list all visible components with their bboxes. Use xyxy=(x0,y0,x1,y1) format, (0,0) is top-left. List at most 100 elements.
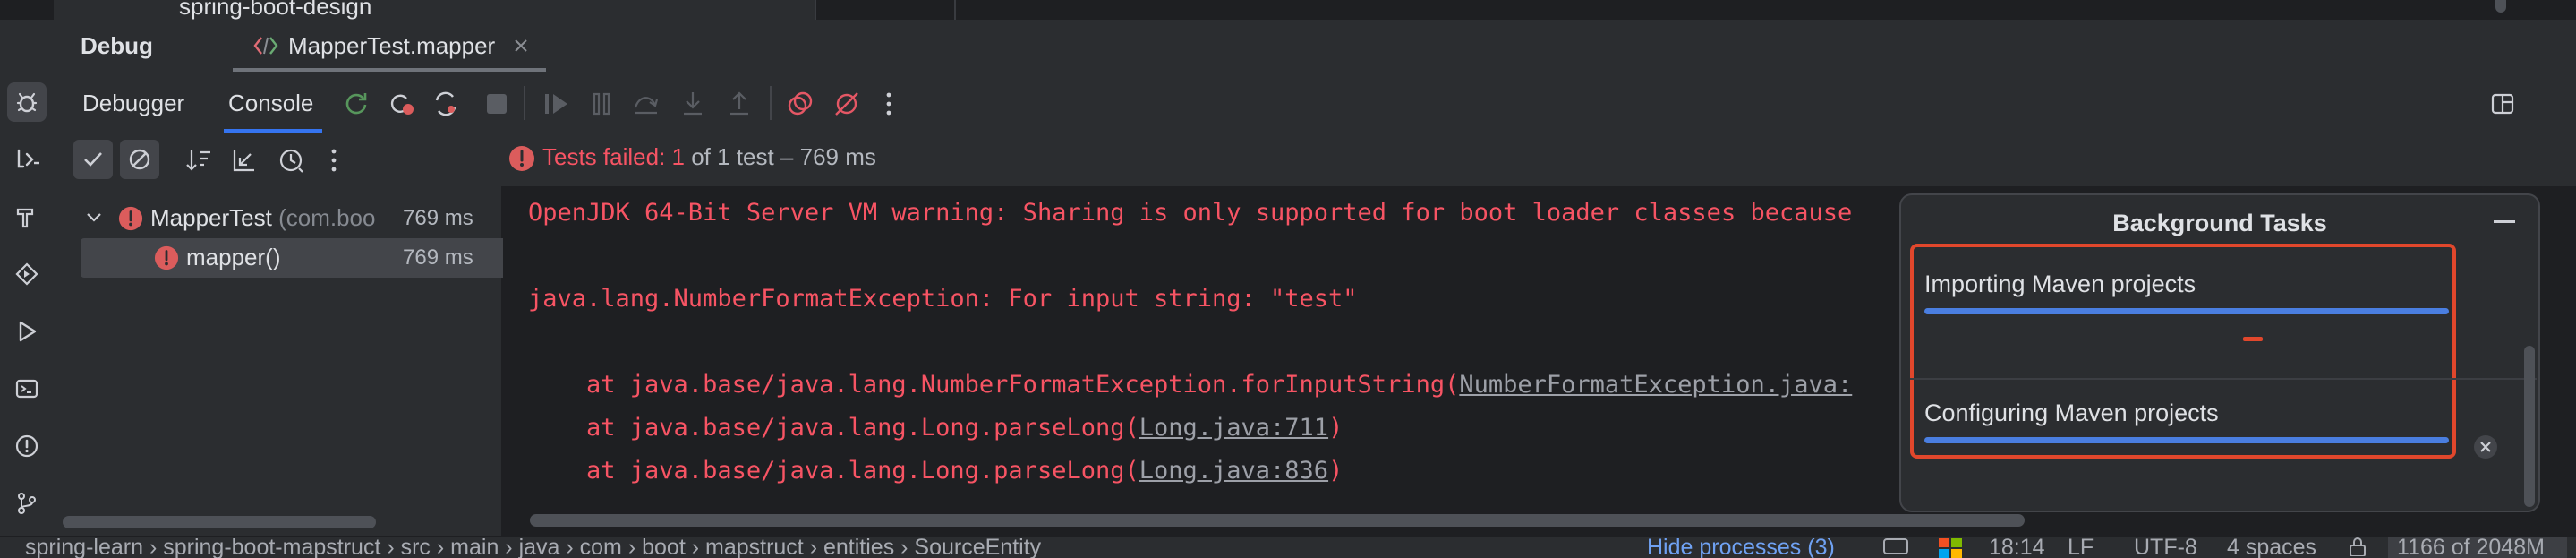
project-tree-node[interactable]: spring-boot-design xyxy=(179,0,371,20)
test-config-icon xyxy=(253,37,278,55)
source-link[interactable]: Long.java:711 xyxy=(1139,414,1328,442)
sort-icon[interactable] xyxy=(184,147,213,174)
popup-scrollbar[interactable] xyxy=(2524,346,2535,507)
chevron-down-icon[interactable] xyxy=(86,211,102,224)
show-ignored-toggle[interactable] xyxy=(120,140,159,179)
tree-scrollbar[interactable] xyxy=(63,516,376,528)
resume-icon[interactable] xyxy=(542,91,571,116)
show-passed-toggle[interactable] xyxy=(73,140,113,179)
memory-indicator[interactable]: 1166 of 2048M xyxy=(2388,537,2567,558)
breakpoints-icon[interactable] xyxy=(786,90,815,118)
stack-trace-line: at java.base/java.lang.Long.parseLong(Lo… xyxy=(528,457,1343,485)
background-tasks-popup: Background Tasks Importing Maven project… xyxy=(1899,193,2540,512)
check-icon xyxy=(84,152,102,167)
tab-console[interactable]: Console xyxy=(228,90,313,117)
test-status: Tests failed: 1 of 1 test – 769 ms xyxy=(542,143,876,171)
file-encoding[interactable]: UTF-8 xyxy=(2134,537,2197,558)
toolbar-separator xyxy=(524,86,525,120)
test-runner-toolbar: Tests failed: 1 of 1 test – 769 ms xyxy=(54,134,2576,186)
progress-bar xyxy=(1924,437,2449,443)
hide-processes-link[interactable]: Hide processes (3) xyxy=(1647,537,1835,558)
endpoints-icon xyxy=(15,262,38,286)
run-icon xyxy=(19,321,37,342)
top-remnant-bar: spring-boot-design xyxy=(0,0,2576,20)
caret-position[interactable]: 18:14 xyxy=(1989,537,2045,558)
tree-node-mappertest[interactable]: MapperTest (com.boo 769 ms xyxy=(54,199,501,238)
test-class-name: MapperTest xyxy=(150,204,272,231)
divider xyxy=(954,0,956,20)
terminal-tool-button[interactable] xyxy=(7,369,47,408)
services-icon xyxy=(17,149,39,168)
git-icon xyxy=(18,493,36,514)
lock-icon[interactable] xyxy=(2347,537,2368,556)
pause-icon[interactable] xyxy=(589,91,614,116)
rerun-icon[interactable] xyxy=(342,90,371,118)
collapse-all-icon[interactable] xyxy=(231,147,258,174)
step-over-icon[interactable] xyxy=(632,90,661,118)
windows-icon[interactable] xyxy=(1939,538,1962,558)
progress-indicator xyxy=(2243,337,2263,341)
ignored-icon xyxy=(129,149,150,170)
indent-setting[interactable]: 4 spaces xyxy=(2227,537,2316,558)
test-method-name: mapper() xyxy=(186,244,281,270)
task-label: Importing Maven projects xyxy=(1924,270,2196,297)
tab-debugger[interactable]: Debugger xyxy=(82,90,184,117)
error-icon xyxy=(118,206,143,231)
tests-failed-label: Tests failed: 1 xyxy=(542,143,685,170)
endpoints-tool-button[interactable] xyxy=(7,254,47,294)
mute-breakpoints-icon[interactable] xyxy=(832,90,861,118)
rerun-failed-icon[interactable] xyxy=(387,90,415,118)
services-tool-button[interactable] xyxy=(7,140,47,179)
debug-header: Debug MapperTest.mapper xyxy=(54,20,2576,72)
test-duration: 769 ms xyxy=(403,206,473,230)
step-into-icon[interactable] xyxy=(678,90,707,118)
git-tool-button[interactable] xyxy=(7,484,47,523)
problems-icon xyxy=(15,434,38,458)
stack-trace-line: at java.base/java.lang.NumberFormatExcep… xyxy=(528,371,1853,399)
toolbar-separator xyxy=(770,86,772,120)
memory-label: 1166 of 2048M xyxy=(2397,536,2545,558)
task-label: Configuring Maven projects xyxy=(1924,399,2219,426)
task-separator xyxy=(1910,378,2537,380)
progress-bar xyxy=(1924,308,2449,314)
stack-trace-line: at java.base/java.lang.Long.parseLong(Lo… xyxy=(528,414,1343,442)
error-icon xyxy=(154,245,179,270)
problems-tool-button[interactable] xyxy=(7,426,47,466)
tool-window-strip xyxy=(0,20,55,541)
cancel-icon[interactable] xyxy=(2472,434,2499,460)
step-out-icon[interactable] xyxy=(725,90,754,118)
console-tab-underline xyxy=(224,129,322,133)
console-line: OpenJDK 64-Bit Server VM warning: Sharin… xyxy=(528,199,1853,227)
toggle-auto-test-icon[interactable] xyxy=(431,90,460,118)
tab-label: MapperTest.mapper xyxy=(288,32,496,59)
highlight-box: Importing Maven projects Configuring Mav… xyxy=(1910,244,2456,459)
power-save-icon[interactable] xyxy=(1883,538,1908,554)
breadcrumb[interactable]: spring-learn › spring-boot-mapstruct › s… xyxy=(25,537,1041,558)
console-scrollbar[interactable] xyxy=(530,514,2025,527)
error-icon xyxy=(509,146,534,171)
source-link[interactable]: Long.java:836 xyxy=(1139,457,1328,485)
tab-mappertest-mapper[interactable]: MapperTest.mapper xyxy=(233,20,546,72)
more-icon[interactable] xyxy=(884,90,893,118)
history-icon[interactable] xyxy=(277,147,306,174)
test-duration: 769 ms xyxy=(403,245,473,270)
tests-summary: of 1 test – 769 ms xyxy=(684,143,876,170)
line-separator[interactable]: LF xyxy=(2068,537,2094,558)
run-tool-button[interactable] xyxy=(7,312,47,351)
project-panel-remnant: spring-boot-design xyxy=(54,0,815,20)
editor-scrollbar[interactable] xyxy=(2495,0,2506,13)
minimize-icon[interactable] xyxy=(2494,220,2515,223)
source-link[interactable]: NumberFormatException.java: xyxy=(1459,371,1852,399)
tree-node-mapper[interactable]: mapper() 769 ms xyxy=(81,238,508,278)
stop-icon[interactable] xyxy=(487,94,507,114)
hammer-icon xyxy=(16,208,34,228)
close-icon[interactable] xyxy=(514,39,528,53)
more-icon[interactable] xyxy=(329,147,338,174)
debug-tool-button[interactable] xyxy=(7,82,47,122)
layout-icon[interactable] xyxy=(2490,91,2515,116)
tree-node-label: MapperTest (com.boo xyxy=(150,204,375,232)
test-tree: MapperTest (com.boo 769 ms mapper() 769 … xyxy=(54,186,508,536)
debug-toolbar: Debugger Console xyxy=(54,72,2576,134)
build-tool-button[interactable] xyxy=(7,197,47,236)
test-class-package: (com.boo xyxy=(278,204,376,231)
